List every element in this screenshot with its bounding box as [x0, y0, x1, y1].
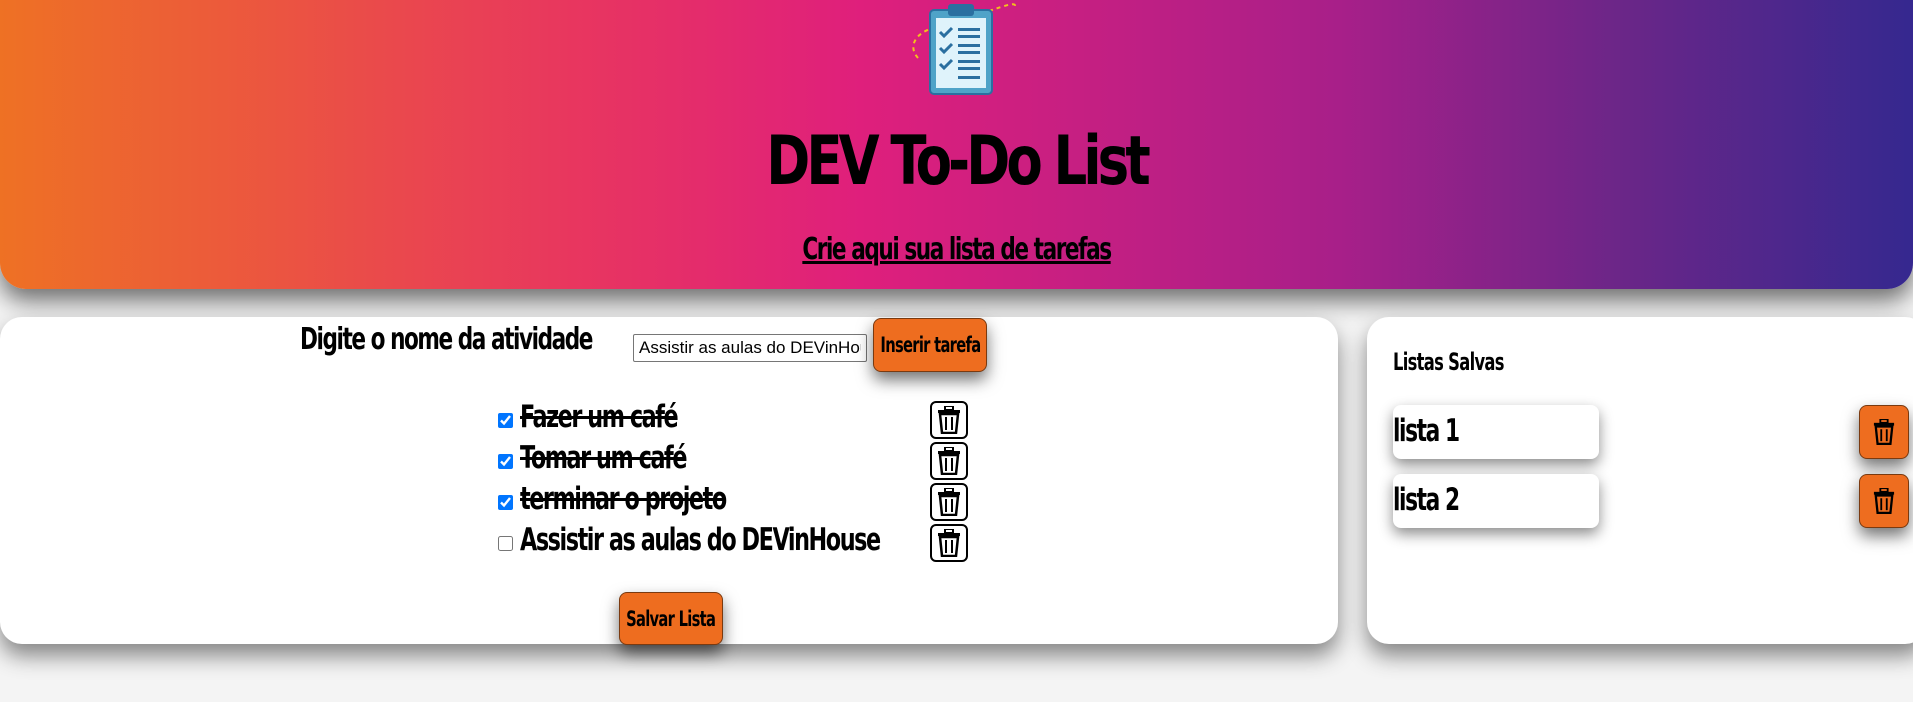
- trash-icon: [1873, 488, 1895, 514]
- task-item: Tomar um café: [498, 440, 978, 480]
- activity-input-label: Digite o nome da atividade: [300, 322, 593, 357]
- saved-list-label: lista 2: [1393, 482, 1460, 518]
- saved-lists-title: Listas Salvas: [1393, 348, 1504, 376]
- trash-icon: [938, 406, 960, 434]
- delete-saved-list-button[interactable]: [1859, 474, 1909, 528]
- save-list-button-label: Salvar Lista: [626, 606, 716, 631]
- task-checkbox[interactable]: [498, 495, 513, 510]
- trash-icon: [938, 488, 960, 516]
- task-item: terminar o projeto: [498, 481, 978, 521]
- task-checkbox[interactable]: [498, 413, 513, 428]
- save-list-button[interactable]: Salvar Lista: [619, 592, 723, 645]
- clipboard-checklist-icon: [912, 3, 1016, 95]
- delete-task-button[interactable]: [930, 442, 968, 480]
- delete-task-button[interactable]: [930, 401, 968, 439]
- saved-list-item[interactable]: lista 2: [1393, 474, 1599, 528]
- trash-icon: [938, 447, 960, 475]
- task-item: Assistir as aulas do DEVinHouse: [498, 522, 978, 562]
- saved-list-label: lista 1: [1393, 413, 1460, 449]
- task-label: Assistir as aulas do DEVinHouse: [520, 522, 881, 558]
- task-label: terminar o projeto: [520, 481, 727, 517]
- delete-task-button[interactable]: [930, 524, 968, 562]
- delete-task-button[interactable]: [930, 483, 968, 521]
- task-item: Fazer um café: [498, 399, 978, 439]
- app-header: DEV To-Do List Crie aqui sua lista de ta…: [0, 0, 1913, 289]
- delete-saved-list-button[interactable]: [1859, 405, 1909, 459]
- task-checkbox[interactable]: [498, 536, 513, 551]
- saved-list-item[interactable]: lista 1: [1393, 405, 1599, 459]
- trash-icon: [938, 529, 960, 557]
- task-checkbox[interactable]: [498, 454, 513, 469]
- task-label: Tomar um café: [520, 440, 687, 476]
- insert-task-button[interactable]: Inserir tarefa: [873, 318, 987, 372]
- task-label: Fazer um café: [520, 399, 679, 435]
- page-title: DEV To-Do List: [766, 122, 1151, 201]
- activity-name-input[interactable]: [633, 334, 867, 362]
- trash-icon: [1873, 419, 1895, 445]
- insert-task-button-label: Inserir tarefa: [880, 333, 981, 357]
- page-subtitle: Crie aqui sua lista de tarefas: [802, 232, 1112, 267]
